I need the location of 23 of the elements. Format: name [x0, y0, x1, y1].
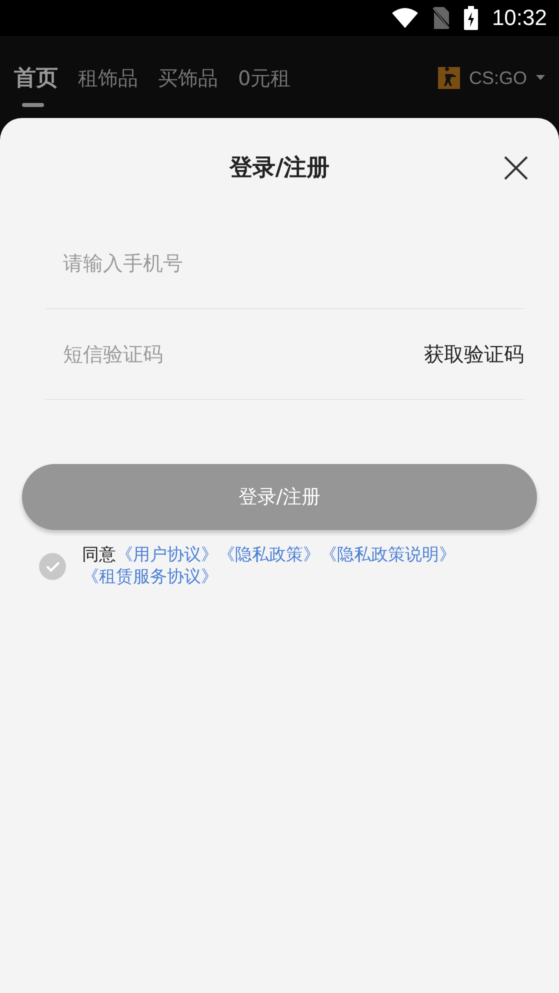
agreement-link[interactable]: 《隐私政策》	[218, 545, 320, 565]
code-input-field[interactable]: 短信验证码	[61, 341, 424, 367]
status-time: 10:32	[492, 5, 547, 31]
sheet-title: 登录/注册	[229, 154, 330, 182]
agree-label: 同意	[82, 545, 116, 565]
close-icon[interactable]	[503, 155, 529, 181]
game-selector[interactable]: CS:GO	[438, 67, 545, 89]
caret-icon	[536, 75, 545, 81]
nav-tab[interactable]: 租饰品	[78, 50, 138, 106]
agreement-link[interactable]: 《租赁服务协议》	[82, 567, 218, 587]
nav-tab[interactable]: 买饰品	[158, 50, 218, 106]
get-code-button[interactable]: 获取验证码	[424, 340, 524, 368]
phone-input-field[interactable]: 请输入手机号	[61, 250, 524, 276]
agreement-link[interactable]: 《隐私政策说明》	[320, 545, 456, 565]
battery-charging-icon	[464, 6, 478, 30]
wifi-icon	[392, 8, 418, 28]
agree-checkbox[interactable]	[39, 552, 66, 580]
no-sim-icon	[432, 7, 450, 29]
soldier-icon	[438, 67, 460, 89]
check-icon	[46, 560, 60, 572]
nav-tab[interactable]: 首页	[14, 49, 58, 107]
agreement-link[interactable]: 《用户协议》	[116, 545, 218, 565]
nav-tab[interactable]: 0元租	[238, 50, 291, 106]
